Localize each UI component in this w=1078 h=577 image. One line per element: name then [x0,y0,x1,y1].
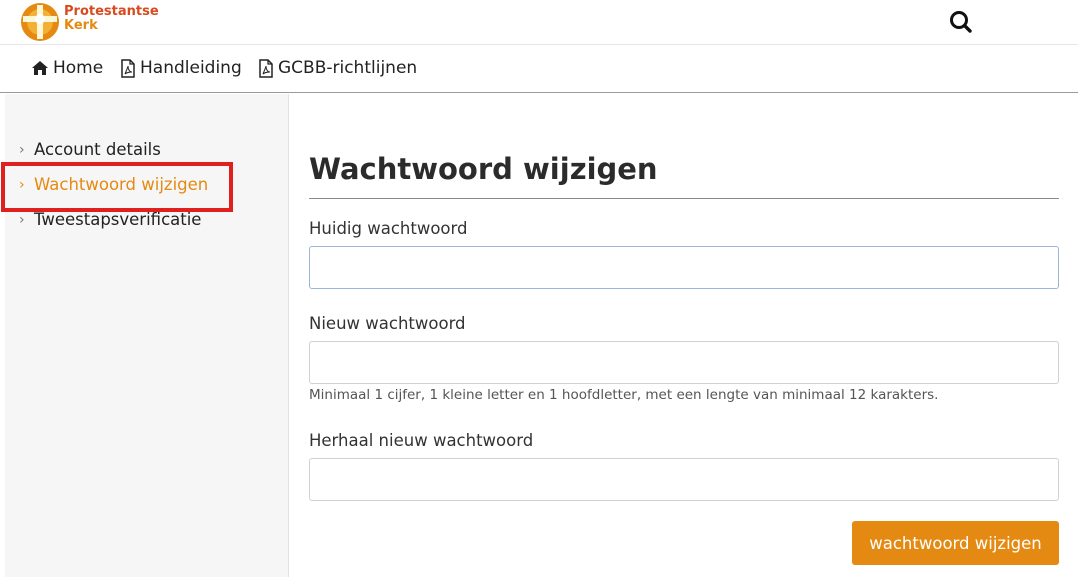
current-password-label: Huidig wachtwoord [309,219,468,238]
new-password-input[interactable] [309,341,1059,384]
change-password-button[interactable]: wachtwoord wijzigen [852,521,1059,565]
sidebar-item-label: Account details [34,140,161,159]
current-password-input[interactable] [309,246,1059,289]
highlight-annotation-box [1,162,233,212]
new-password-label: Nieuw wachtwoord [309,314,466,333]
sidebar-item-account-details[interactable]: › Account details [19,140,161,159]
pdf-file-icon [121,58,135,78]
top-navigation: Home Handleiding GCBB-richtlijnen [0,45,1078,93]
title-divider [309,198,1059,199]
repeat-password-input[interactable] [309,458,1059,501]
search-icon [950,11,972,33]
nav-item-home[interactable]: Home [31,58,103,78]
search-button[interactable] [948,8,974,36]
pdf-file-icon [259,58,273,78]
repeat-password-label: Herhaal nieuw wachtwoord [309,431,534,450]
logo-text-line1: Protestantse [64,4,159,19]
nav-item-gcbb-richtlijnen[interactable]: GCBB-richtlijnen [258,58,417,78]
logo-text-line2: Kerk [64,18,98,33]
logo-text: Protestantse Kerk [64,5,159,33]
nav-item-label: GCBB-richtlijnen [278,58,418,78]
nav-item-label: Handleiding [140,58,242,78]
nav-item-label: Home [53,58,104,78]
nav-item-handleiding[interactable]: Handleiding [120,58,242,78]
home-icon [32,61,48,75]
chevron-right-icon: › [19,211,25,228]
logo-cross-icon [20,2,60,42]
chevron-right-icon: › [19,141,25,158]
logo[interactable]: Protestantse Kerk [20,2,159,42]
page-title: Wachtwoord wijzigen [309,152,658,186]
new-password-help-text: Minimaal 1 cijfer, 1 kleine letter en 1 … [309,387,939,403]
site-header: Protestantse Kerk [0,0,1078,45]
sidebar-item-tweestapsverificatie[interactable]: › Tweestapsverificatie [19,210,201,229]
sidebar-item-label: Tweestapsverificatie [34,210,202,229]
account-sidebar: › Account details › Wachtwoord wijzigen … [1,94,289,577]
